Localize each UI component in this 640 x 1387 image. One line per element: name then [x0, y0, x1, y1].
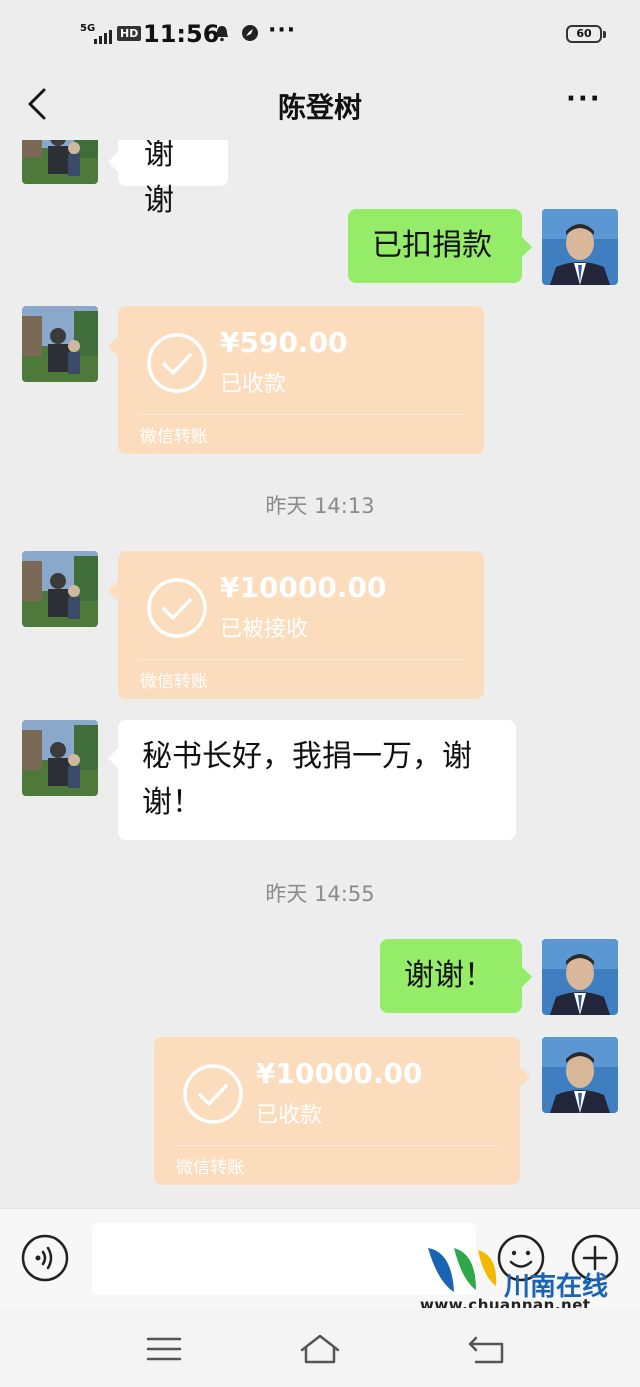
transfer-footer: 微信转账 [140, 672, 208, 692]
message-text: 谢谢！ [404, 958, 494, 993]
timestamp: 昨天 14:13 [265, 494, 375, 518]
message-text: 谢！ [142, 785, 202, 820]
transfer-divider [174, 1145, 500, 1146]
system-nav-bar [0, 1308, 640, 1387]
message-bubble[interactable]: 谢谢 [108, 140, 228, 218]
transfer-status: 已收款 [256, 1103, 323, 1128]
contact-avatar[interactable] [22, 306, 98, 382]
transfer-amount: ¥10000.00 [256, 1057, 423, 1090]
status-bar: 5G HD 11:56 ··· 60 [0, 0, 640, 70]
message-text: 已扣捐款 [372, 228, 492, 263]
contact-avatar[interactable] [22, 720, 98, 796]
message-bubble[interactable]: 秘书长好，我捐一万，谢 谢！ [108, 720, 516, 840]
chat-header: 陈登树 ··· [0, 70, 640, 140]
transfer-card[interactable]: ¥590.00 已收款 微信转账 [108, 306, 484, 454]
bell-icon [216, 26, 228, 42]
status-more-icon: ··· [268, 18, 297, 43]
transfer-footer: 微信转账 [176, 1158, 244, 1178]
my-avatar[interactable] [542, 209, 618, 285]
transfer-amount: ¥590.00 [220, 326, 348, 359]
network-type: 5G [80, 23, 96, 34]
message-bubble[interactable]: 已扣捐款 [348, 209, 532, 283]
contact-avatar[interactable] [22, 551, 98, 627]
message-input[interactable] [92, 1223, 476, 1295]
compass-icon [242, 25, 258, 41]
transfer-divider [138, 659, 464, 660]
transfer-status: 已收款 [220, 372, 287, 397]
timestamp: 昨天 14:55 [265, 882, 375, 906]
check-circle-icon [147, 578, 207, 638]
transfer-card[interactable]: ¥10000.00 已收款 微信转账 [154, 1037, 530, 1185]
contact-avatar[interactable] [22, 140, 98, 184]
message-list[interactable]: 谢谢 已扣捐款 ¥590.00 已收款 微信转账 昨天 14:13 ¥10000… [0, 140, 640, 1208]
my-avatar[interactable] [542, 1037, 618, 1113]
transfer-footer: 微信转账 [140, 427, 208, 447]
transfer-amount: ¥10000.00 [220, 571, 387, 604]
battery-icon: 60 [566, 25, 606, 43]
hd-badge: HD [117, 26, 142, 41]
watermark-logo-icon [428, 1248, 497, 1292]
home-icon[interactable] [298, 1332, 342, 1366]
transfer-card[interactable]: ¥10000.00 已被接收 微信转账 [108, 551, 484, 699]
check-circle-icon [147, 333, 207, 393]
chat-title: 陈登树 [277, 91, 362, 124]
transfer-divider [138, 414, 464, 415]
message-text: 谢谢 [144, 140, 174, 218]
more-options-icon[interactable]: ··· [566, 84, 602, 114]
message-text: 秘书长好，我捐一万，谢 [142, 739, 472, 774]
menu-icon[interactable] [142, 1332, 186, 1366]
check-circle-icon [183, 1064, 243, 1124]
clock: 11:56 [143, 20, 220, 48]
signal-icon [94, 30, 114, 44]
my-avatar[interactable] [542, 939, 618, 1015]
message-bubble[interactable]: 谢谢！ [380, 939, 532, 1013]
voice-icon[interactable] [20, 1233, 70, 1283]
back-nav-icon[interactable] [466, 1332, 510, 1366]
watermark: 川南在线 www.chuannan.net [420, 1238, 630, 1318]
transfer-status: 已被接收 [220, 617, 309, 642]
